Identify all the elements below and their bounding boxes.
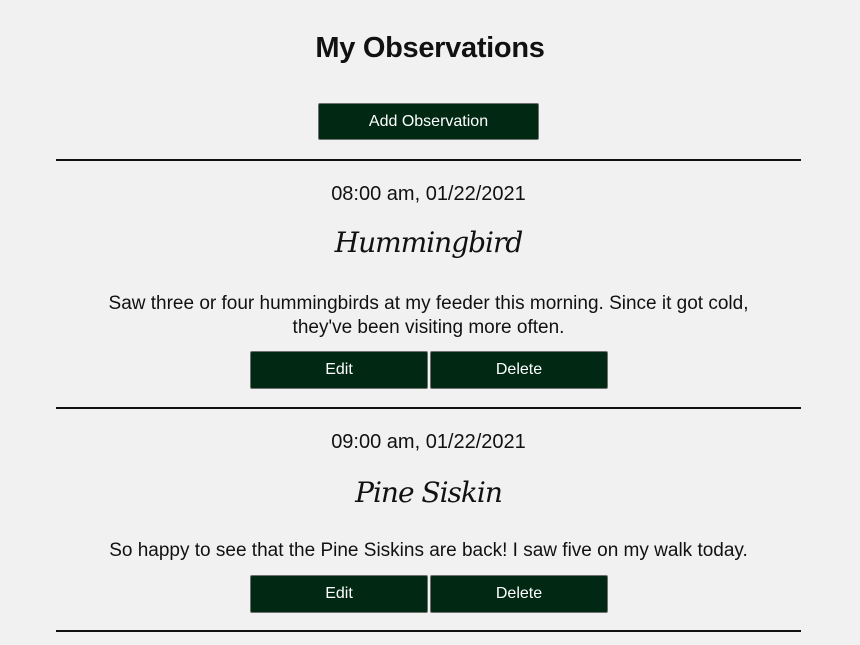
observation-actions: Edit Delete (250, 575, 610, 613)
delete-button[interactable]: Delete (430, 575, 608, 613)
divider (56, 407, 801, 409)
add-observation-button[interactable]: Add Observation (318, 103, 539, 140)
page-title: My Observations (315, 32, 545, 64)
observation-time: 09:00 am, 01/22/2021 (331, 431, 526, 453)
observation-actions: Edit Delete (250, 351, 610, 389)
divider (56, 630, 801, 632)
divider (56, 159, 801, 161)
observation-card: 09:00 am, 01/22/2021 Pine Siskin So happ… (56, 426, 801, 618)
observation-notes: Saw three or four hummingbirds at my fee… (108, 293, 749, 338)
edit-button[interactable]: Edit (250, 575, 428, 613)
delete-button[interactable]: Delete (430, 351, 608, 389)
observation-species: Hummingbird (334, 226, 524, 259)
observation-card: 08:00 am, 01/22/2021 Hummingbird Saw thr… (56, 178, 801, 394)
observation-notes: So happy to see that the Pine Siskins ar… (109, 540, 748, 561)
observation-species: Pine Siskin (355, 476, 503, 509)
observation-time: 08:00 am, 01/22/2021 (331, 183, 526, 205)
edit-button[interactable]: Edit (250, 351, 428, 389)
